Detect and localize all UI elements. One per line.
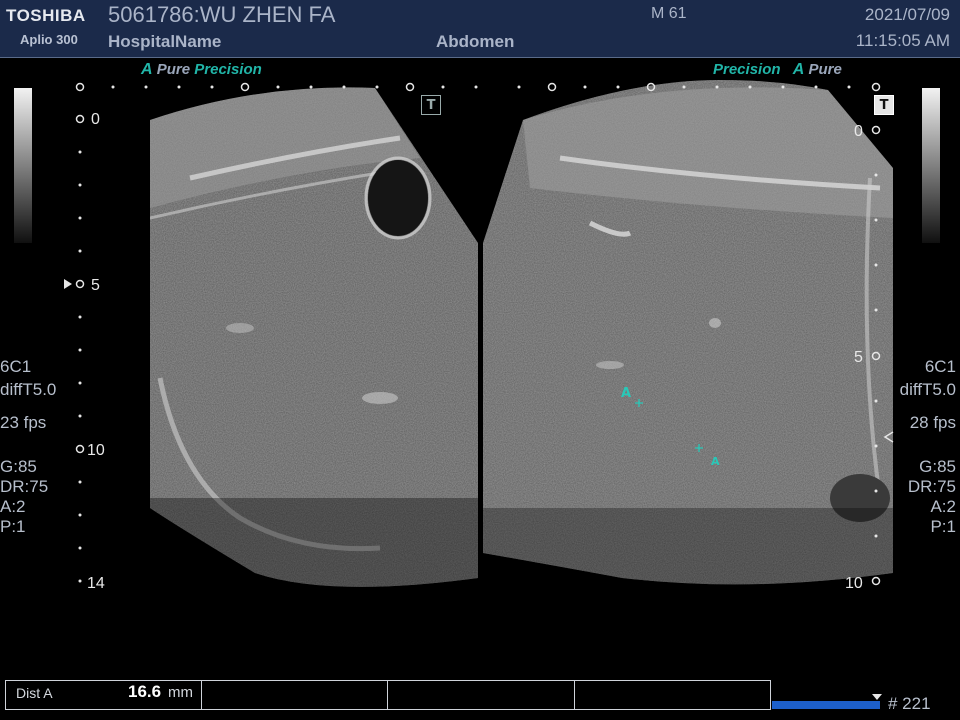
left-grayscale-bar bbox=[14, 88, 32, 243]
cine-frame-number: # 221 bbox=[888, 694, 931, 713]
p-value: P:1 bbox=[0, 517, 26, 536]
a-value: A:2 bbox=[930, 497, 956, 516]
patient-id: 5061786:WU ZHEN FA bbox=[108, 2, 336, 27]
filter-label: diffT5.0 bbox=[899, 380, 956, 399]
measurement-cell[interactable]: Dist A 16.6 mm bbox=[6, 681, 202, 709]
right-image-tag: Precision A Pure bbox=[713, 61, 842, 79]
tag-pure: Pure bbox=[156, 61, 191, 78]
gain-value: G:85 bbox=[0, 457, 37, 476]
a-value: A:2 bbox=[0, 497, 26, 516]
tag-precision: Precision bbox=[713, 61, 781, 78]
measurement-panel: Dist A 16.6 mm bbox=[5, 680, 771, 710]
measurement-value: 16.6 bbox=[128, 682, 162, 701]
tag-precision: Precision bbox=[194, 61, 262, 78]
left-image-select-badge[interactable]: T bbox=[421, 95, 441, 115]
exam-time: 11:15:05 AM bbox=[855, 31, 950, 50]
measurement-cell[interactable] bbox=[387, 681, 575, 709]
filter-label: diffT5.0 bbox=[0, 380, 57, 399]
gain-value: G:85 bbox=[919, 457, 956, 476]
left-ultrasound-image[interactable] bbox=[140, 78, 485, 608]
right-image-select-badge[interactable]: T bbox=[874, 95, 894, 115]
tag-a: A bbox=[141, 61, 153, 78]
left-image-tag: A Pure Precision bbox=[141, 61, 262, 79]
left-imaging-params: 6C1 diffT5.0 23 fps G:85 DR:75 A:2 P:1 bbox=[0, 357, 56, 537]
measurement-cell[interactable] bbox=[201, 681, 388, 709]
left-depth-label: 0 bbox=[91, 111, 100, 128]
right-depth-label: 5 bbox=[854, 349, 863, 366]
cine-progress-bar[interactable] bbox=[772, 701, 880, 709]
left-depth-label: 14 bbox=[87, 575, 105, 592]
probe-label: 6C1 bbox=[924, 357, 956, 376]
focus-arrow-icon bbox=[64, 279, 72, 289]
measurement-cell[interactable] bbox=[574, 681, 770, 709]
frame-rate: 28 fps bbox=[909, 413, 956, 432]
tag-pure: Pure bbox=[808, 61, 842, 78]
mechanical-index: M 61 bbox=[651, 5, 687, 22]
brand-logo: TOSHIBA bbox=[6, 6, 86, 25]
exam-date: 2021/07/09 bbox=[864, 5, 950, 24]
header-bar: TOSHIBA Aplio 300 5061786:WU ZHEN FA Hos… bbox=[0, 0, 960, 58]
dynamic-range: DR:75 bbox=[907, 477, 956, 496]
system-model: Aplio 300 bbox=[20, 32, 78, 47]
right-depth-label: 10 bbox=[845, 575, 863, 592]
p-value: P:1 bbox=[930, 517, 956, 536]
dynamic-range: DR:75 bbox=[0, 477, 49, 496]
left-depth-label: 5 bbox=[91, 277, 100, 294]
left-depth-label: 10 bbox=[87, 442, 105, 459]
cine-marker-icon bbox=[872, 694, 882, 700]
measurement-label: Dist A bbox=[16, 685, 53, 701]
frame-rate: 23 fps bbox=[0, 413, 47, 432]
right-ultrasound-image[interactable] bbox=[480, 78, 900, 608]
hospital-name: HospitalName bbox=[108, 32, 222, 51]
right-depth-label: 0 bbox=[854, 123, 863, 140]
caliper-label-end: A bbox=[711, 455, 720, 468]
right-imaging-params: 6C1 diffT5.0 28 fps G:85 DR:75 A:2 P:1 bbox=[900, 357, 956, 537]
measurement-unit: mm bbox=[168, 684, 193, 701]
tag-a: A bbox=[792, 61, 805, 78]
exam-preset: Abdomen bbox=[436, 32, 515, 51]
caliper-label-start: A bbox=[621, 386, 632, 401]
ultrasound-viewport[interactable] bbox=[0, 58, 960, 678]
probe-label: 6C1 bbox=[0, 357, 32, 376]
right-grayscale-bar bbox=[922, 88, 940, 243]
